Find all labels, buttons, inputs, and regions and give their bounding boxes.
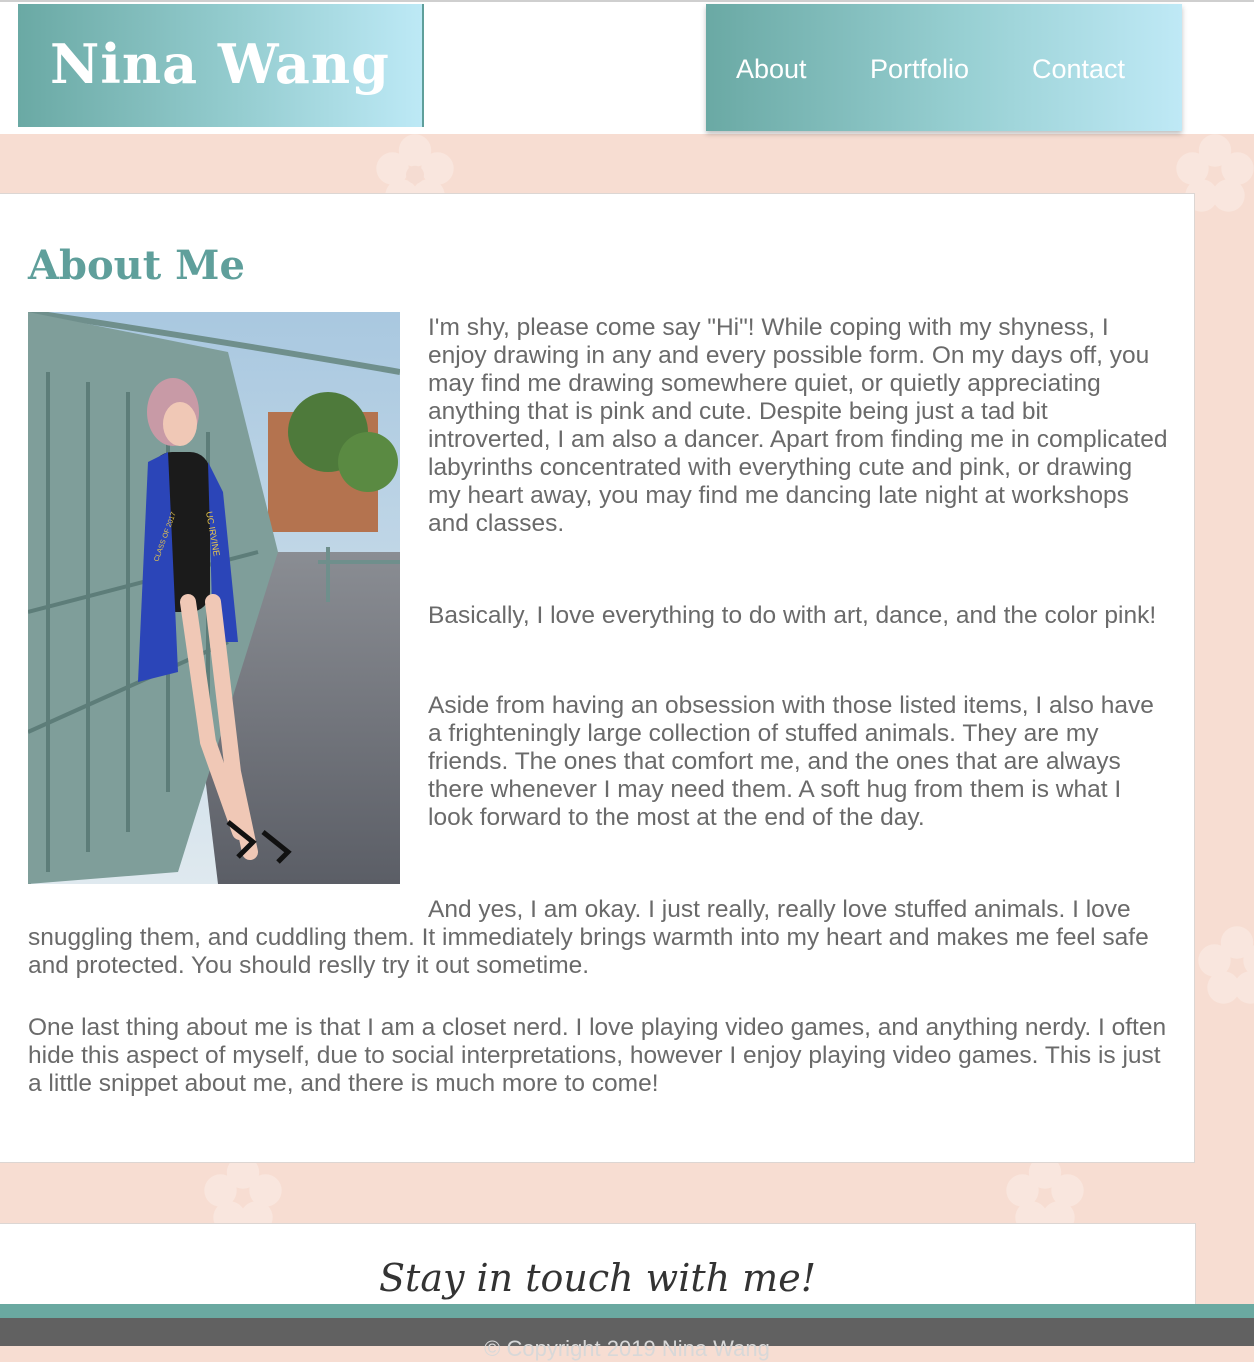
about-paragraph-4: And yes, I am okay. I just really, reall… [28, 896, 1149, 979]
nav-link-contact[interactable]: Contact [1032, 54, 1125, 85]
about-paragraph-5: One last thing about me is that I am a c… [28, 1014, 1167, 1097]
nav-link-about[interactable]: About [736, 54, 807, 85]
about-paragraph-3: Aside from having an obsession with thos… [428, 692, 1154, 831]
profile-photo-image: UC IRVINE CLASS OF 2017 [28, 312, 400, 884]
site-title[interactable]: Nina Wang [50, 32, 390, 96]
about-paragraph-2: Basically, I love everything to do with … [428, 602, 1157, 629]
site-logo[interactable]: Nina Wang [18, 4, 424, 127]
about-heading: About Me [28, 242, 245, 289]
footer-accent-stripe [0, 1304, 1254, 1318]
main-nav: About Portfolio Contact [706, 4, 1182, 131]
profile-photo: UC IRVINE CLASS OF 2017 [28, 312, 400, 884]
about-paragraph-1: I'm shy, please come say "Hi"! While cop… [428, 314, 1168, 537]
footer-copyright: © Copyright 2019 Nina Wang [484, 1336, 770, 1361]
flower-pattern-icon [1198, 926, 1254, 1004]
nav-link-portfolio[interactable]: Portfolio [870, 54, 969, 85]
contact-tagline: Stay in touch with me! [379, 1256, 816, 1300]
